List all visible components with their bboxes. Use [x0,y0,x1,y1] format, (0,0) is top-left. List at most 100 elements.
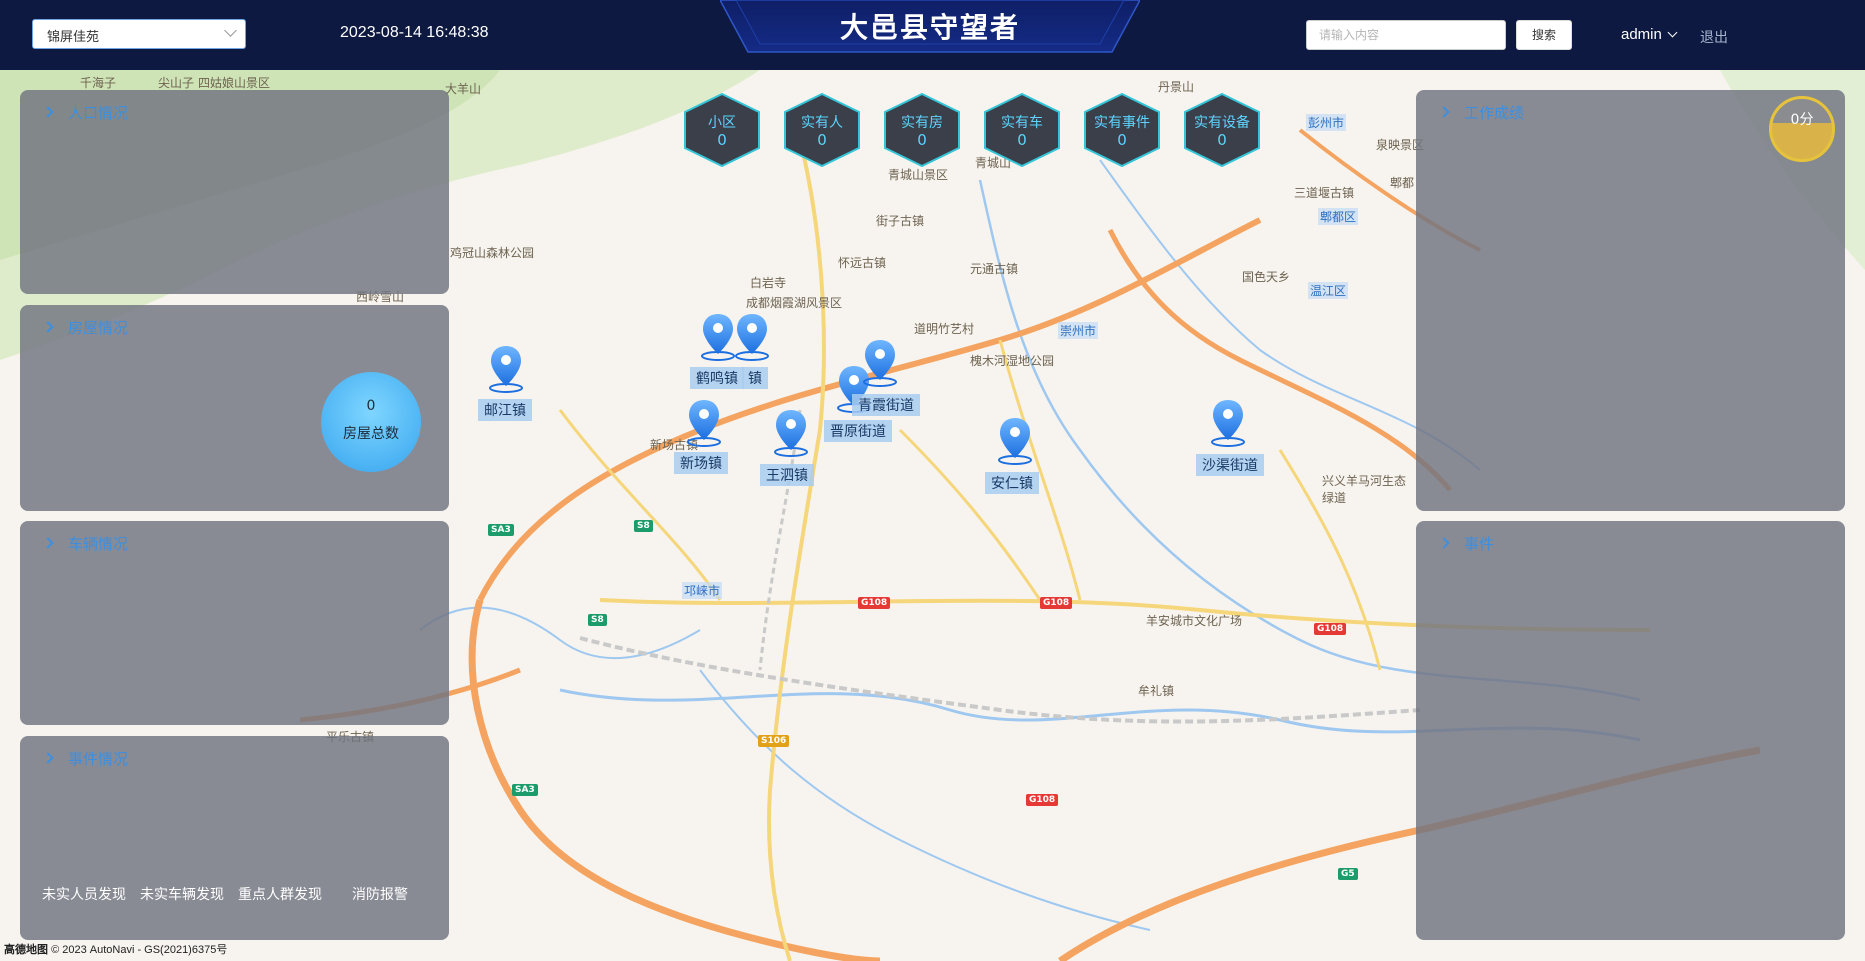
road-shield: S8 [634,520,653,532]
map-label: 街子古镇 [876,214,925,228]
score-gauge: 0分 [1769,96,1835,162]
stat-label: 实有事件 [1094,115,1150,131]
panel-events: 事件 [1416,521,1845,940]
chevron-right-icon [1438,537,1450,549]
chevron-right-icon [1438,106,1450,118]
map-label: 怀远古镇 [838,256,887,270]
stat-hex-events[interactable]: 实有事件 0 [1083,92,1161,168]
stat-hex-vehicles[interactable]: 实有车 0 [983,92,1061,168]
map-label: 尖山子 [158,76,195,90]
stat-hex-community[interactable]: 小区 0 [683,92,761,168]
event-link-unverified-person[interactable]: 未实人员发现 [42,884,126,904]
stat-value: 0 [1017,131,1027,149]
map-label: 白岩寺 [750,276,787,290]
map-label: 鸡冠山森林公园 [450,246,535,260]
stat-hex-devices[interactable]: 实有设备 0 [1183,92,1261,168]
map-marker-label[interactable]: 晋原街道 [824,420,892,442]
stat-hex-people[interactable]: 实有人 0 [783,92,861,168]
map-label: 羊安城市文化广场 [1146,614,1243,628]
road-shield: G108 [858,597,891,609]
map-label: 道明竹艺村 [914,322,975,336]
map-marker-pin[interactable] [488,344,524,394]
map-marker-label[interactable]: 鹤鸣镇 [690,367,744,389]
road-shield: G108 [1040,597,1073,609]
map-marker-pin[interactable] [997,416,1033,466]
stat-label: 实有人 [801,115,843,131]
search-input[interactable] [1306,20,1506,50]
map-marker-label[interactable]: 安仁镇 [985,472,1039,494]
map-marker-label[interactable]: 新场镇 [674,452,728,474]
map-marker-label[interactable]: 镇 [742,367,768,389]
panel-title-text: 事件情况 [68,750,129,768]
panel-title: 事件 [1438,533,1494,554]
road-shield: G108 [1314,623,1347,635]
map-label: 兴义羊马河生态绿道 [1322,474,1407,505]
stat-hex-houses[interactable]: 实有房 0 [883,92,961,168]
stat-label: 小区 [708,115,736,131]
stat-label: 实有车 [1001,115,1043,131]
map-marker-label[interactable]: 青霞街道 [852,394,920,416]
panel-title: 房屋情况 [42,317,129,338]
event-link-fire-alarm[interactable]: 消防报警 [352,884,408,904]
road-shield: SA3 [512,784,538,796]
map-marker-pin[interactable] [734,312,770,362]
page-title: 大邑县守望者 [839,11,1020,44]
stat-value: 0 [717,131,727,149]
panel-population: 人口情况 [20,90,449,294]
stat-value: 0 [917,131,927,149]
stat-label: 实有设备 [1194,115,1250,131]
housing-total-label: 房屋总数 [343,426,399,442]
map-label: 三道堰古镇 [1294,186,1355,200]
map-marker-label[interactable]: 沙渠街道 [1196,454,1264,476]
map-provider-logo: 高德地图 [4,944,48,956]
community-select[interactable]: 锦屏佳苑 [32,19,246,49]
map-marker-pin[interactable] [700,312,736,362]
event-link-key-group[interactable]: 重点人群发现 [238,884,322,904]
user-menu[interactable]: admin [1621,26,1678,43]
map-label: 邛崃市 [682,582,723,599]
housing-total-badge: 0 房屋总数 [321,372,421,472]
chevron-down-icon [1667,27,1678,38]
map-label: 彭州市 [1306,114,1347,131]
score-value: 0分 [1790,112,1814,128]
chevron-right-icon [42,321,54,333]
user-name: admin [1621,26,1662,43]
map-label: 元通古镇 [970,262,1019,276]
map-label: 槐木河湿地公园 [970,354,1055,368]
map-label: 牟礼镇 [1138,684,1175,698]
map-label: 温江区 [1308,282,1349,299]
map-label: 千海子 [80,76,117,90]
road-shield: S8 [588,614,607,626]
stat-value: 0 [1117,131,1127,149]
map-marker-label[interactable]: 邮江镇 [478,399,532,421]
panel-title-text: 人口情况 [68,104,129,122]
map-label: 成都烟霞湖风景区 [746,296,843,310]
map-copyright: © 2023 AutoNavi - GS(2021)6375号 [51,944,228,956]
map-marker-pin[interactable] [686,398,722,448]
search-button[interactable]: 搜索 [1516,20,1572,50]
panel-title-text: 房屋情况 [68,319,129,337]
map-marker-pin[interactable] [1210,398,1246,448]
stat-label: 实有房 [901,115,943,131]
map-label: 郫都 [1390,176,1415,190]
road-shield: S106 [758,735,790,747]
map-marker-pin[interactable] [773,408,809,458]
map-label: 郫都区 [1318,208,1359,225]
map-marker-label[interactable]: 王泗镇 [760,464,814,486]
chevron-right-icon [42,752,54,764]
chevron-down-icon [224,24,237,37]
housing-total-value: 0 [366,398,376,414]
logout-link[interactable]: 退出 [1700,27,1728,47]
panel-title-text: 工作成绩 [1464,104,1525,122]
chevron-right-icon [42,106,54,118]
panel-events-summary: 事件情况 [20,736,449,940]
community-select-value: 锦屏佳苑 [47,30,100,45]
road-shield: G108 [1026,794,1059,806]
map-marker-pin[interactable] [862,338,898,388]
map-label: 国色天乡 [1242,270,1291,284]
map-label: 大羊山 [445,82,482,96]
panel-title: 车辆情况 [42,533,128,554]
panel-title: 工作成绩 [1438,102,1525,123]
event-link-unverified-vehicle[interactable]: 未实车辆发现 [140,884,224,904]
map-label: 崇州市 [1058,322,1099,339]
